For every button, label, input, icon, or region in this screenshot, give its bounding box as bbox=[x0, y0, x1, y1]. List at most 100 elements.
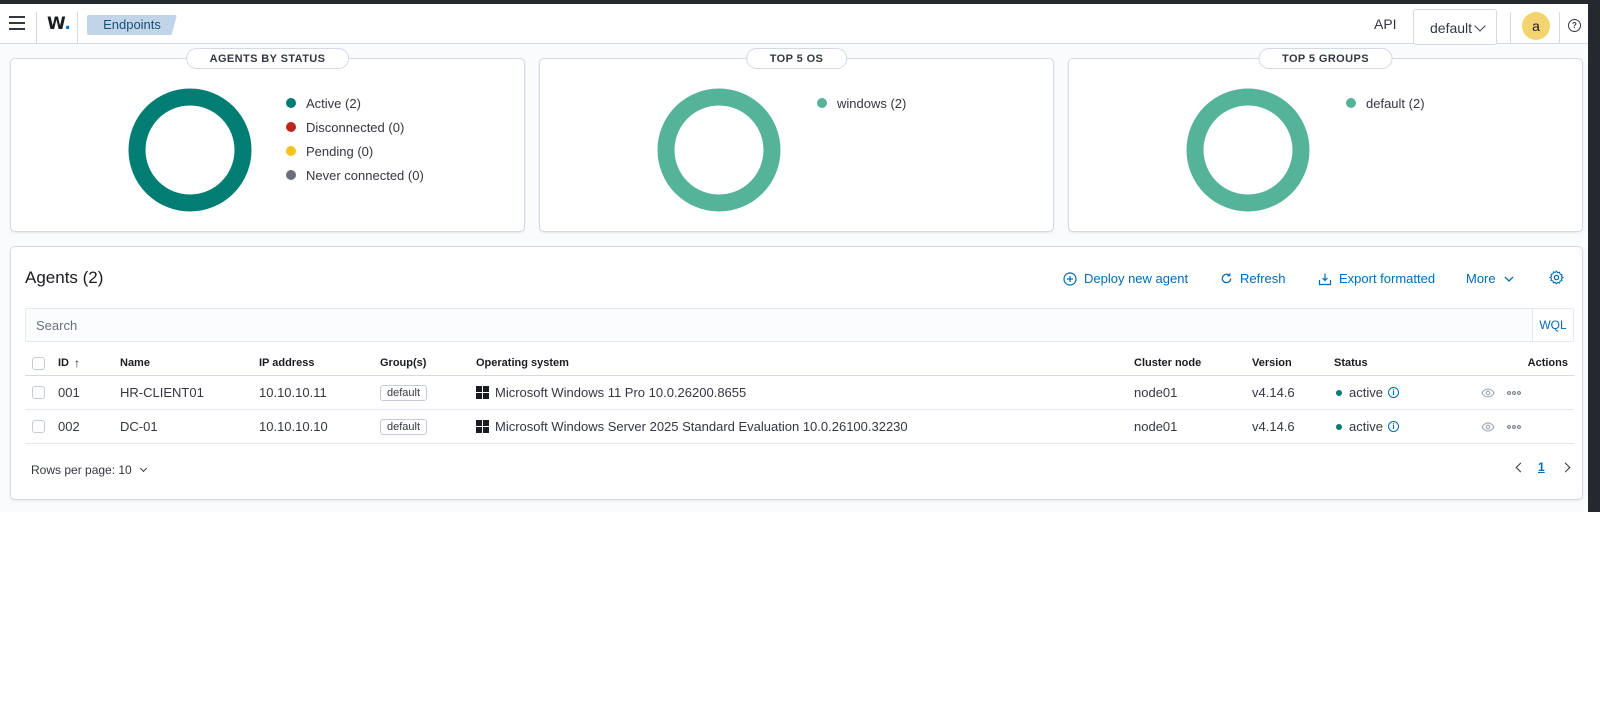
export-icon bbox=[1318, 273, 1332, 285]
legend-swatch bbox=[286, 122, 296, 132]
eye-icon[interactable] bbox=[1481, 387, 1495, 398]
column-label: ID bbox=[58, 357, 69, 369]
column-name[interactable]: Name bbox=[120, 351, 150, 375]
header-divider bbox=[77, 12, 78, 44]
agent-id: 002 bbox=[58, 419, 80, 434]
breadcrumb-endpoints[interactable]: Endpoints bbox=[87, 15, 177, 35]
agents-by-status-card: AGENTS BY STATUS Active (2) Disconnected… bbox=[10, 48, 525, 232]
donut-svg bbox=[657, 88, 781, 212]
agent-groups-cell: default bbox=[380, 410, 428, 443]
windows-icon bbox=[476, 386, 489, 399]
more-menu-button[interactable]: More bbox=[1466, 271, 1521, 286]
agent-os: Microsoft Windows 11 Pro 10.0.26200.8655 bbox=[495, 385, 747, 400]
legend-item-pending[interactable]: Pending (0) bbox=[286, 139, 424, 163]
agents-panel: Agents (2) Deploy new agent Refresh Expo… bbox=[10, 246, 1583, 500]
group-tag[interactable]: default bbox=[380, 384, 428, 401]
deploy-agent-button[interactable]: Deploy new agent bbox=[1063, 271, 1188, 286]
table-settings-button[interactable] bbox=[1549, 270, 1571, 285]
refresh-label: Refresh bbox=[1240, 271, 1286, 286]
status-dot bbox=[1336, 423, 1342, 430]
agent-version: v4.14.6 bbox=[1252, 419, 1295, 434]
windows-icon bbox=[476, 420, 489, 433]
card-title: TOP 5 OS bbox=[745, 48, 848, 69]
search-input[interactable] bbox=[26, 309, 1526, 341]
header-divider bbox=[1510, 12, 1511, 44]
info-icon[interactable]: i bbox=[1387, 421, 1399, 432]
plus-circle-icon bbox=[1063, 271, 1077, 286]
sort-ascending-icon: ↑ bbox=[74, 356, 80, 370]
donut-svg bbox=[1186, 88, 1310, 212]
more-label: More bbox=[1466, 271, 1496, 286]
column-version[interactable]: Version bbox=[1252, 351, 1292, 375]
agent-os-cell: Microsoft Windows Server 2025 Standard E… bbox=[476, 410, 908, 443]
row-select-cell bbox=[32, 376, 45, 409]
column-actions: Actions bbox=[1527, 357, 1568, 369]
row-actions bbox=[1481, 410, 1521, 443]
agent-name: DC-01 bbox=[120, 419, 158, 434]
agents-title: Agents (2) bbox=[25, 268, 104, 287]
select-all-checkbox[interactable] bbox=[32, 356, 45, 370]
app-logo[interactable]: W. bbox=[47, 14, 71, 34]
row-actions bbox=[1481, 376, 1521, 409]
legend-label: Pending (0) bbox=[306, 143, 374, 159]
rows-per-page-selector[interactable]: Rows per page: 10 bbox=[31, 463, 147, 477]
api-label: API bbox=[1374, 16, 1397, 32]
more-actions-icon[interactable] bbox=[1507, 424, 1521, 430]
help-icon[interactable]: ? bbox=[1568, 19, 1581, 32]
donut-slice-active[interactable] bbox=[128, 88, 252, 212]
table-row[interactable]: 001 HR-CLIENT01 10.10.10.11 default Micr… bbox=[25, 376, 1574, 410]
agent-name: HR-CLIENT01 bbox=[120, 385, 204, 400]
legend-swatch bbox=[286, 98, 296, 108]
agent-ip: 10.10.10.11 bbox=[259, 385, 327, 400]
column-groups[interactable]: Group(s) bbox=[380, 351, 426, 375]
legend-swatch bbox=[1346, 98, 1356, 108]
rows-per-page-label: Rows per page: 10 bbox=[31, 463, 132, 477]
donut-slice-default[interactable] bbox=[1186, 88, 1310, 212]
column-ip[interactable]: IP address bbox=[259, 351, 314, 375]
gear-icon bbox=[1549, 270, 1564, 285]
status-dot bbox=[1336, 389, 1342, 396]
os-legend: windows (2) bbox=[817, 91, 906, 115]
status-legend: Active (2) Disconnected (0) Pending (0) … bbox=[286, 91, 424, 187]
menu-icon[interactable] bbox=[9, 16, 25, 30]
legend-item-active[interactable]: Active (2) bbox=[286, 91, 424, 115]
more-actions-icon[interactable] bbox=[1507, 390, 1521, 396]
deploy-label: Deploy new agent bbox=[1084, 271, 1189, 286]
agent-version: v4.14.6 bbox=[1252, 385, 1295, 400]
agent-cluster-node: node01 bbox=[1134, 385, 1178, 400]
api-selected-value: default bbox=[1430, 20, 1473, 36]
header-divider bbox=[36, 12, 37, 44]
legend-swatch bbox=[286, 146, 296, 156]
prev-page-icon[interactable] bbox=[1515, 462, 1526, 472]
column-status[interactable]: Status bbox=[1334, 351, 1368, 375]
export-formatted-button[interactable]: Export formatted bbox=[1318, 271, 1435, 286]
os-donut-chart bbox=[656, 87, 782, 213]
next-page-icon[interactable] bbox=[1560, 462, 1571, 472]
chevron-down-icon bbox=[1504, 276, 1514, 282]
column-id[interactable]: ID ↑ bbox=[58, 351, 80, 375]
eye-icon[interactable] bbox=[1481, 421, 1495, 432]
refresh-button[interactable]: Refresh bbox=[1220, 271, 1286, 286]
info-icon[interactable]: i bbox=[1387, 387, 1399, 398]
legend-item-windows[interactable]: windows (2) bbox=[817, 91, 906, 115]
row-checkbox[interactable] bbox=[32, 420, 45, 433]
legend-swatch bbox=[286, 170, 296, 180]
donut-svg bbox=[128, 88, 252, 212]
group-tag[interactable]: default bbox=[380, 418, 428, 435]
donut-slice-windows[interactable] bbox=[657, 88, 781, 212]
legend-item-never-connected[interactable]: Never connected (0) bbox=[286, 163, 424, 187]
page-number[interactable]: 1 bbox=[1538, 460, 1545, 474]
table-row[interactable]: 002 DC-01 10.10.10.10 default Microsoft … bbox=[25, 410, 1574, 444]
legend-item-default[interactable]: default (2) bbox=[1346, 91, 1425, 115]
column-cluster-node[interactable]: Cluster node bbox=[1134, 351, 1201, 375]
column-os[interactable]: Operating system bbox=[476, 351, 569, 375]
user-avatar[interactable]: a bbox=[1522, 12, 1550, 40]
legend-label: Never connected (0) bbox=[306, 167, 424, 183]
top-os-card: TOP 5 OS windows (2) bbox=[539, 48, 1054, 232]
agent-cluster-node: node01 bbox=[1134, 419, 1178, 434]
api-selector[interactable]: default bbox=[1413, 9, 1497, 45]
row-checkbox[interactable] bbox=[32, 386, 45, 399]
agent-os-cell: Microsoft Windows 11 Pro 10.0.26200.8655 bbox=[476, 376, 746, 409]
wql-toggle-button[interactable]: WQL bbox=[1532, 309, 1573, 341]
legend-item-disconnected[interactable]: Disconnected (0) bbox=[286, 115, 424, 139]
